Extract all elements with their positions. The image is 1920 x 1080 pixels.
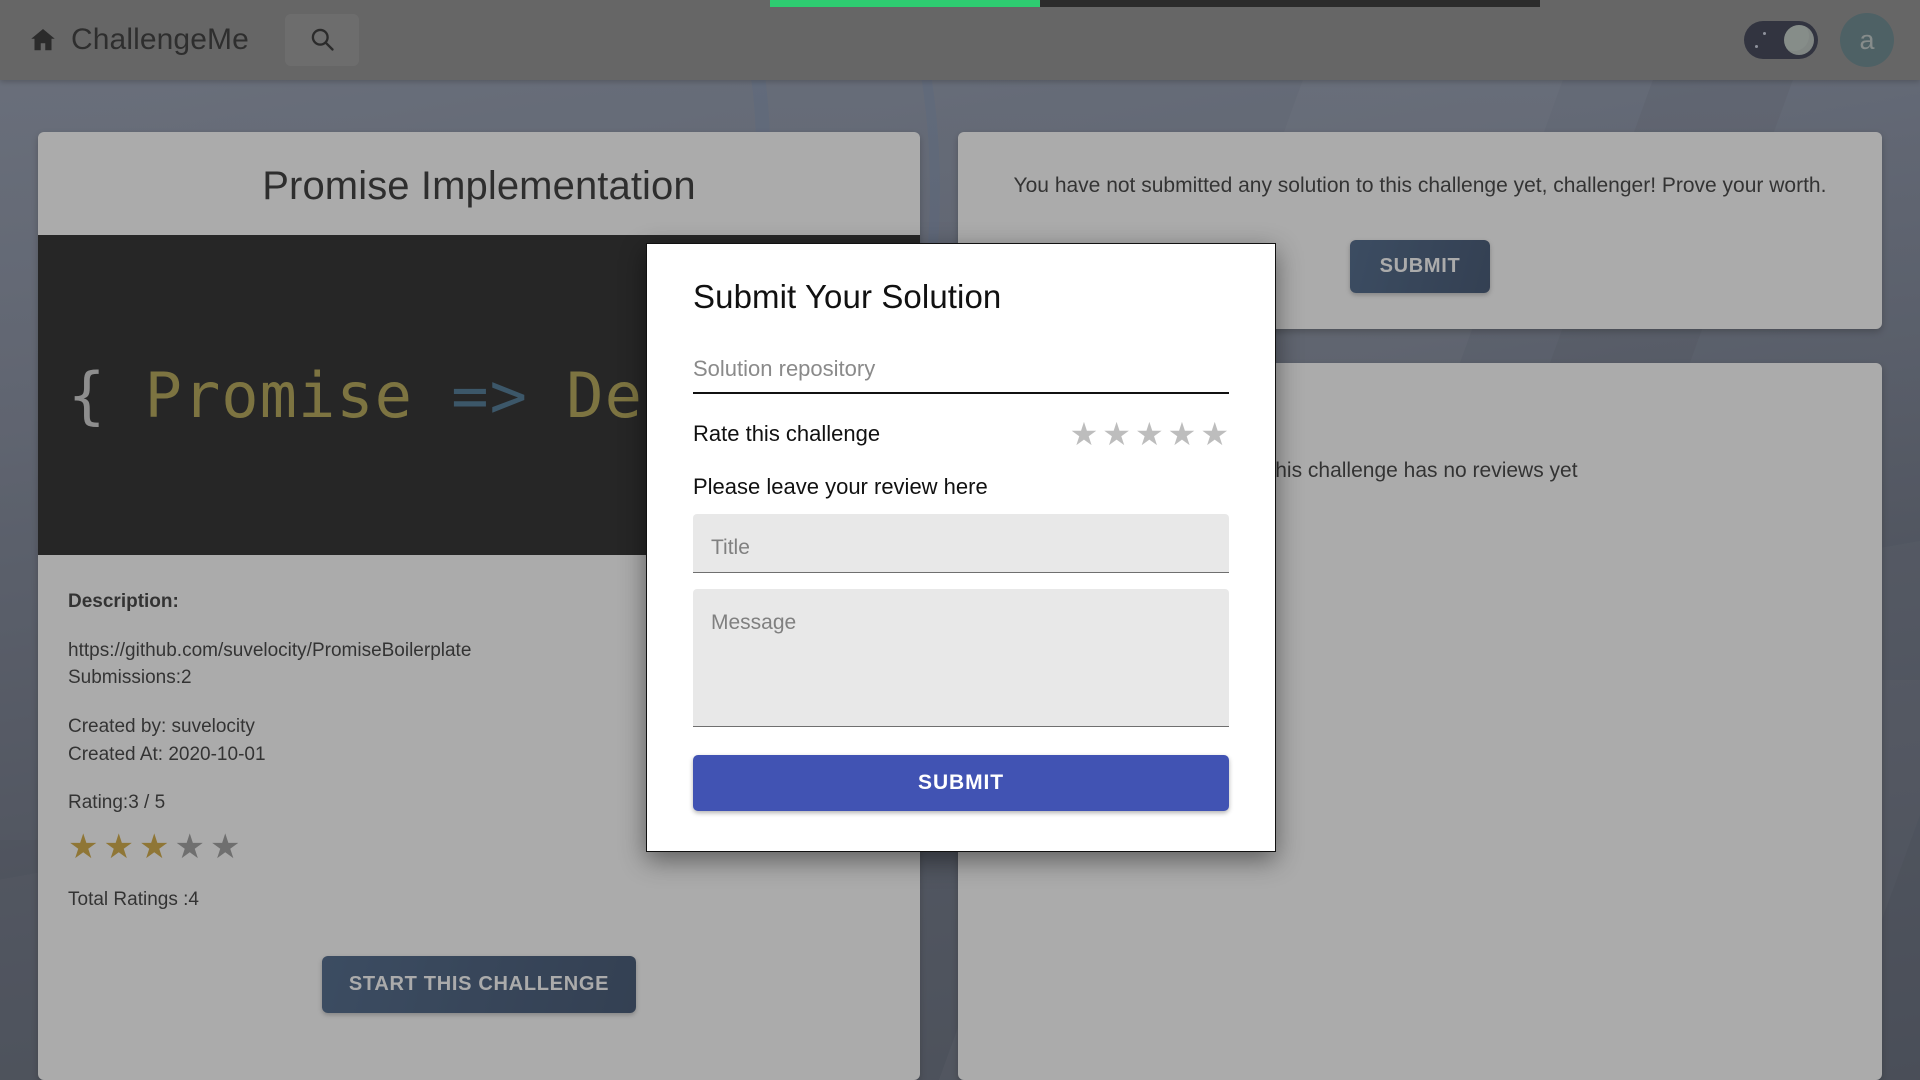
- rate-challenge-label: Rate this challenge: [693, 421, 881, 446]
- submit-solution-dialog: Submit Your Solution Rate this challenge…: [646, 243, 1276, 852]
- star-empty-icon[interactable]: ★: [1070, 418, 1099, 450]
- star-empty-icon[interactable]: ★: [1102, 418, 1131, 450]
- progress-spacer: [0, 0, 770, 7]
- star-empty-icon[interactable]: ★: [1135, 418, 1164, 450]
- top-progress-bar: [0, 0, 1920, 7]
- review-message-field: [693, 589, 1229, 727]
- review-title-field: [693, 514, 1229, 573]
- dialog-title: Submit Your Solution: [693, 278, 1002, 315]
- progress-remaining-segment: [1040, 0, 1540, 7]
- review-title-input[interactable]: [711, 536, 1211, 560]
- review-message-input[interactable]: [711, 611, 1211, 703]
- solution-repository-input[interactable]: [693, 356, 1229, 382]
- rate-challenge-stars[interactable]: ★ ★ ★ ★ ★: [1070, 418, 1229, 450]
- dialog-submit-button[interactable]: SUBMIT: [693, 755, 1229, 811]
- review-prompt-label: Please leave your review here: [693, 474, 988, 499]
- star-empty-icon[interactable]: ★: [1200, 418, 1229, 450]
- rate-challenge-row: Rate this challenge ★ ★ ★ ★ ★: [693, 418, 1229, 450]
- progress-completed-segment: [770, 0, 1040, 7]
- solution-repository-field: [693, 356, 1229, 394]
- star-empty-icon[interactable]: ★: [1168, 418, 1197, 450]
